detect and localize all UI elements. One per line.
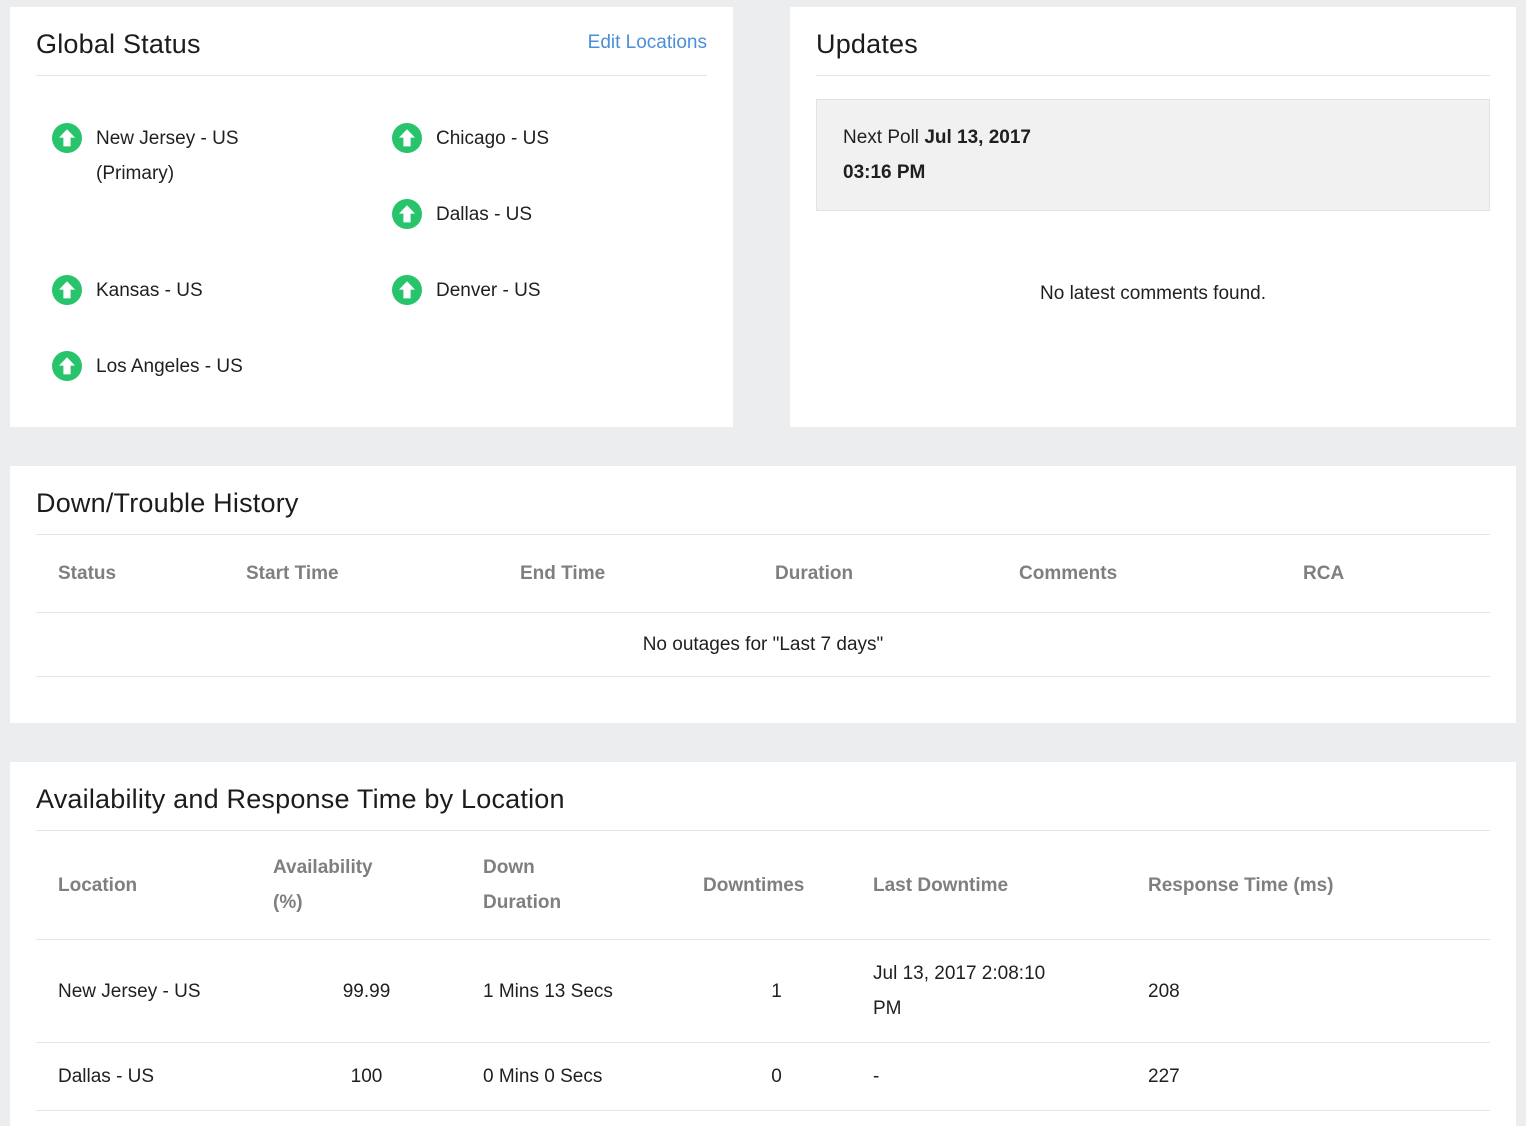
next-poll-box: Next Poll Jul 13, 2017 03:16 PM (816, 99, 1490, 211)
down-trouble-header-row: StatusStart TimeEnd TimeDurationComments… (36, 535, 1490, 613)
locations-right-column: Chicago - US Dallas - US Denver - US (392, 121, 549, 425)
column-header: Comments (997, 535, 1281, 613)
location-label: Dallas - US (436, 197, 532, 232)
global-status-header: Global Status Edit Locations (10, 7, 733, 60)
location-status-item: Denver - US (392, 273, 549, 349)
edit-locations-link[interactable]: Edit Locations (588, 32, 707, 54)
panel-divider (36, 75, 707, 76)
column-header: End Time (498, 535, 753, 613)
down_duration-cell: 1 Mins 13 Secs (461, 940, 681, 1043)
locations-left-column: New Jersey - US (Primary) Kansas - US Lo… (52, 121, 392, 425)
availability-title: Availability and Response Time by Locati… (36, 784, 565, 815)
availability-cell: 99.99 (251, 940, 461, 1043)
status-up-icon (392, 199, 422, 229)
response_time-cell: 208 (1126, 940, 1490, 1043)
location-cell: Dallas - US (36, 1043, 251, 1111)
last_downtime-cell: - (851, 1043, 1126, 1111)
status-up-icon (52, 123, 82, 153)
locations-grid: New Jersey - US (Primary) Kansas - US Lo… (52, 121, 733, 425)
column-header: Location (36, 831, 251, 940)
location-status-item: Los Angeles - US (52, 349, 392, 425)
column-header: Response Time (ms) (1126, 831, 1490, 940)
availability-row: Dallas - US1000 Mins 0 Secs0-227 (36, 1043, 1490, 1111)
column-header: Status (36, 535, 224, 613)
column-header: Availability (%) (251, 831, 461, 940)
location-status-item: New Jersey - US (Primary) (52, 121, 392, 273)
location-status-item: Dallas - US (392, 197, 549, 273)
availability-table: LocationAvailability (%)Down DurationDow… (36, 831, 1490, 1111)
global-status-panel: Global Status Edit Locations New Jersey … (10, 7, 733, 427)
response_time-cell: 227 (1126, 1043, 1490, 1111)
availability-row: New Jersey - US99.991 Mins 13 Secs1Jul 1… (36, 940, 1490, 1043)
down-trouble-panel: Down/Trouble History StatusStart TimeEnd… (10, 466, 1516, 723)
updates-header: Updates (790, 7, 1516, 60)
column-header: Duration (753, 535, 997, 613)
next-poll-line: Next Poll Jul 13, 2017 (843, 120, 1463, 155)
availability-panel: Availability and Response Time by Locati… (10, 762, 1516, 1126)
availability-header: Availability and Response Time by Locati… (10, 762, 1516, 815)
next-poll-label: Next Poll (843, 127, 919, 148)
location-cell: New Jersey - US (36, 940, 251, 1043)
location-label: Denver - US (436, 273, 541, 308)
availability-table-body: New Jersey - US99.991 Mins 13 Secs1Jul 1… (36, 940, 1490, 1111)
column-header: Start Time (224, 535, 498, 613)
location-label: Los Angeles - US (96, 349, 243, 384)
location-status-item: Chicago - US (392, 121, 549, 197)
downtimes-cell: 1 (681, 940, 851, 1043)
no-outages-message: No outages for "Last 7 days" (36, 613, 1490, 677)
availability-cell: 100 (251, 1043, 461, 1111)
panel-divider (816, 75, 1490, 76)
downtimes-cell: 0 (681, 1043, 851, 1111)
down-trouble-table: StatusStart TimeEnd TimeDurationComments… (36, 535, 1490, 677)
column-header: RCA (1281, 535, 1490, 613)
next-poll-date: Jul 13, 2017 (924, 127, 1031, 148)
location-status-item: Kansas - US (52, 273, 392, 349)
status-up-icon (392, 275, 422, 305)
column-header: Last Downtime (851, 831, 1126, 940)
availability-header-row: LocationAvailability (%)Down DurationDow… (36, 831, 1490, 940)
next-poll-time: 03:16 PM (843, 155, 1463, 190)
location-label: New Jersey - US (Primary) (96, 121, 296, 191)
top-panels-row: Global Status Edit Locations New Jersey … (10, 7, 1516, 427)
status-up-icon (52, 275, 82, 305)
last_downtime-cell: Jul 13, 2017 2:08:10 PM (851, 940, 1126, 1043)
column-header: Downtimes (681, 831, 851, 940)
location-label: Kansas - US (96, 273, 203, 308)
global-status-title: Global Status (36, 29, 201, 60)
column-header: Down Duration (461, 831, 681, 940)
status-dashboard-page: Global Status Edit Locations New Jersey … (0, 0, 1526, 1126)
status-up-icon (392, 123, 422, 153)
down-trouble-empty-row: No outages for "Last 7 days" (36, 613, 1490, 677)
down_duration-cell: 0 Mins 0 Secs (461, 1043, 681, 1111)
status-up-icon (52, 351, 82, 381)
location-label: Chicago - US (436, 121, 549, 156)
no-comments-message: No latest comments found. (790, 276, 1516, 311)
down-trouble-title: Down/Trouble History (36, 488, 299, 519)
down-trouble-header: Down/Trouble History (10, 466, 1516, 519)
updates-title: Updates (816, 29, 918, 60)
updates-panel: Updates Next Poll Jul 13, 2017 03:16 PM … (790, 7, 1516, 427)
